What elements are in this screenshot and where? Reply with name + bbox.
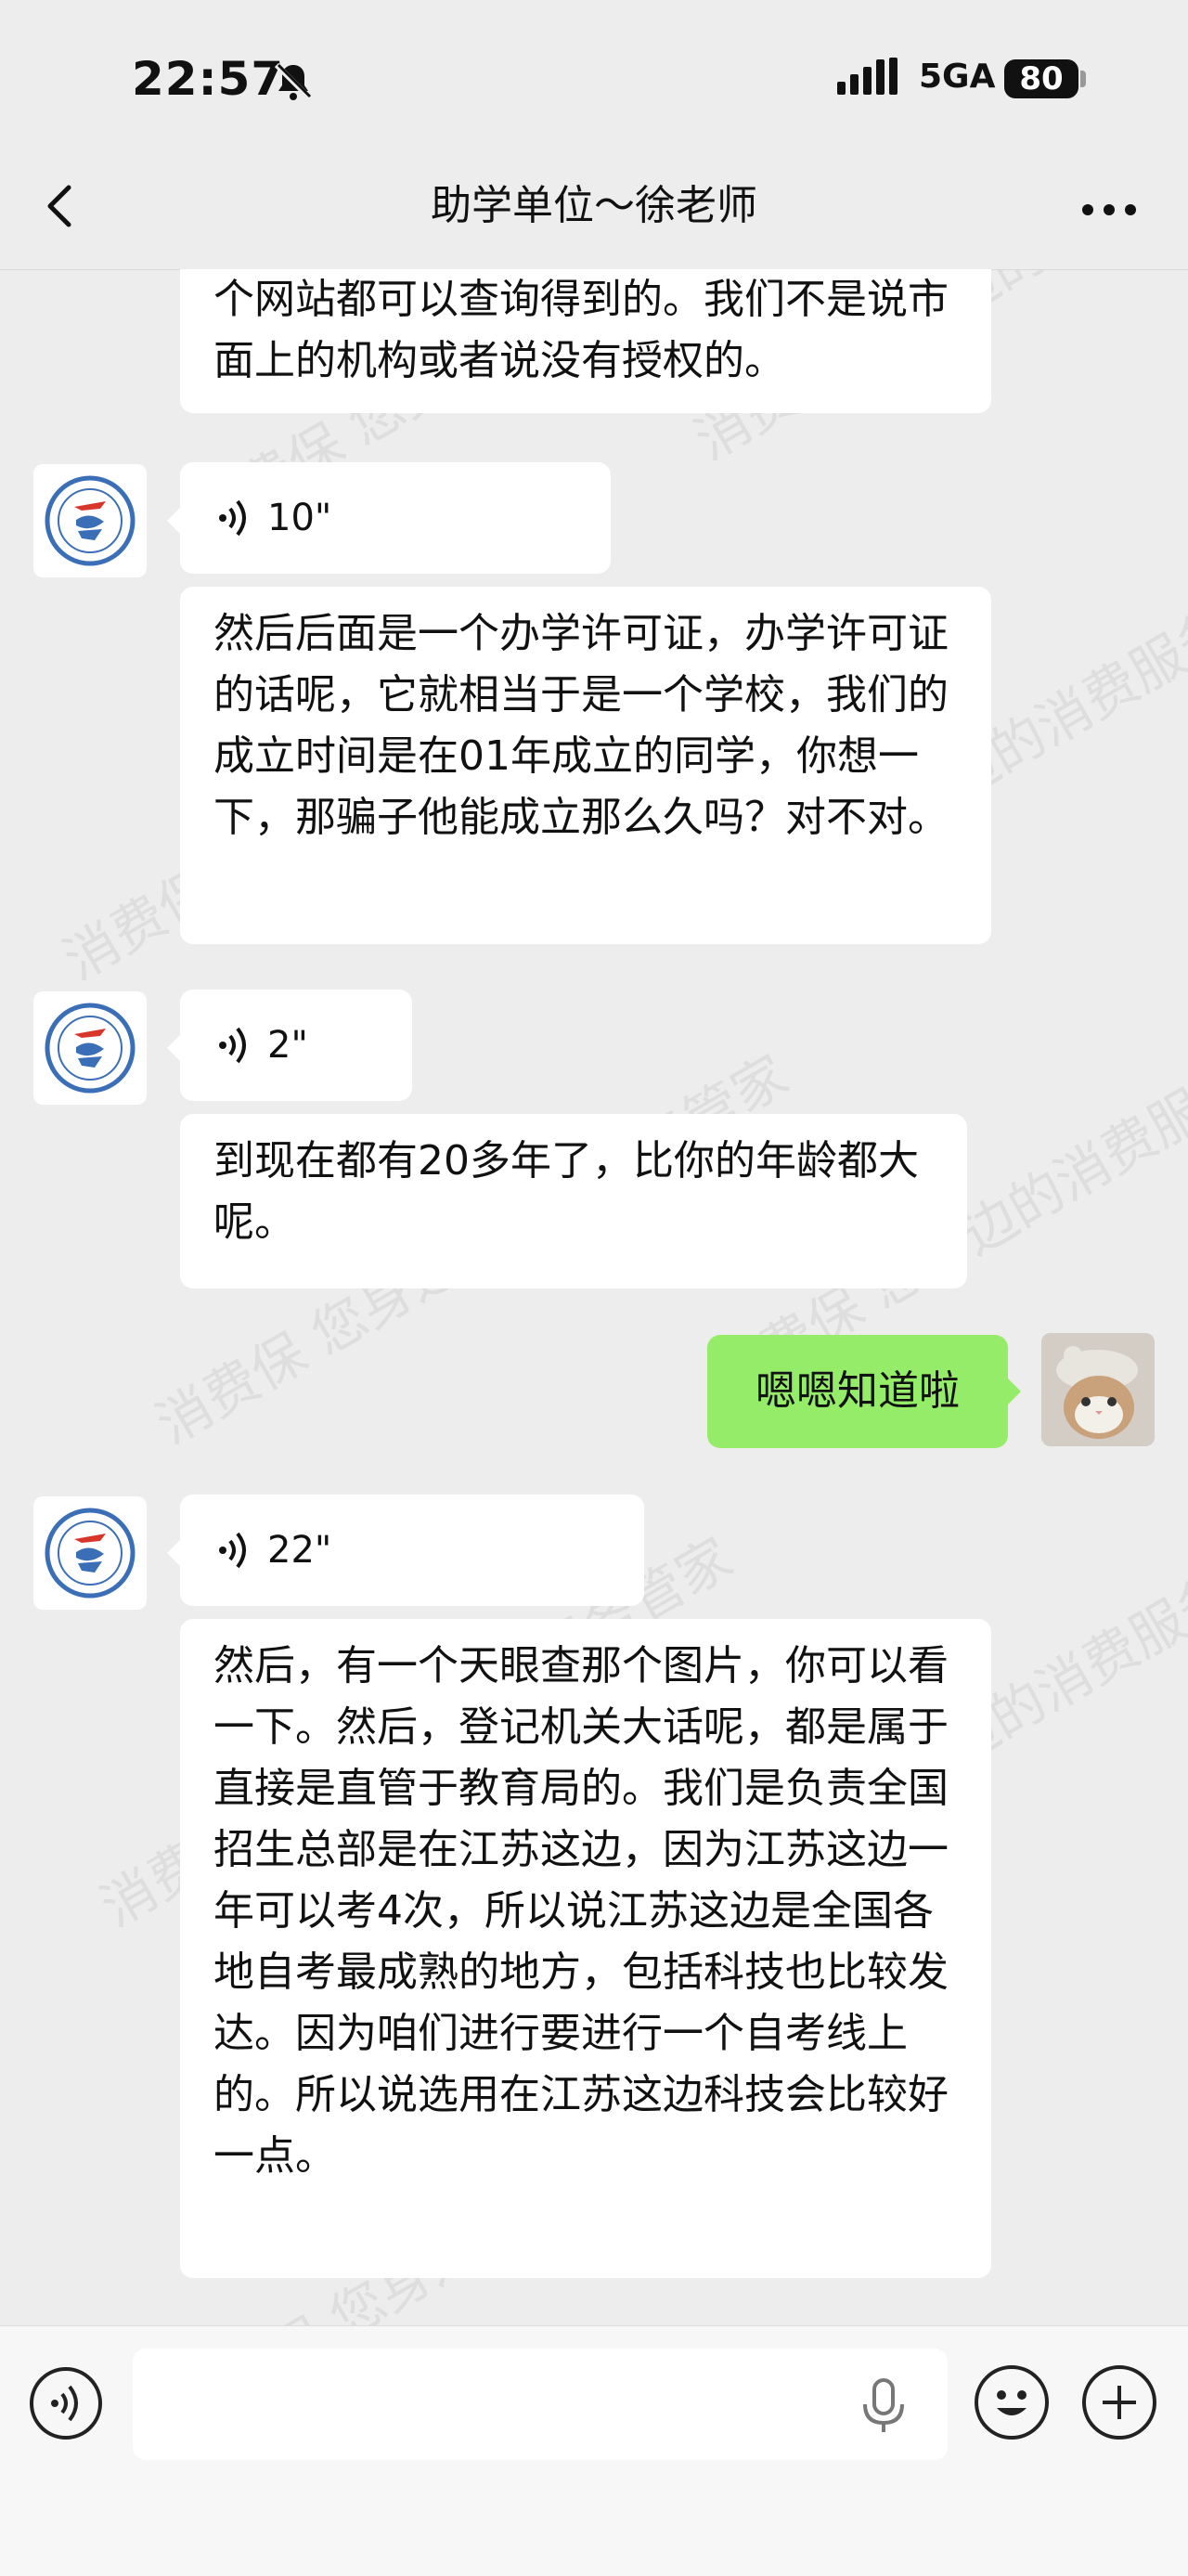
voice-wave-icon — [219, 1532, 246, 1569]
avatar[interactable] — [33, 464, 147, 577]
voice-input-button[interactable] — [30, 2367, 102, 2440]
message-bubble[interactable]: 到现在都有20多年了，比你的年龄都大呢。 — [180, 1114, 967, 1288]
voice-message[interactable]: 10" — [180, 462, 611, 574]
voice-duration: 2" — [267, 1024, 308, 1067]
message-text: 然后后面是一个办学许可证，办学许可证的话呢，它就相当于是一个学校，我们的成立时间… — [213, 610, 949, 841]
school-logo-icon — [45, 1003, 136, 1094]
emoji-button[interactable] — [975, 2365, 1049, 2440]
battery-tip — [1080, 71, 1086, 87]
bubble-tail — [167, 1035, 180, 1061]
voice-message[interactable]: 22" — [180, 1495, 644, 1606]
message-bubble[interactable]: 然后后面是一个办学许可证，办学许可证的话呢，它就相当于是一个学校，我们的成立时间… — [180, 587, 991, 944]
back-icon[interactable] — [35, 178, 91, 234]
status-time: 22:57 — [132, 52, 285, 106]
school-logo-icon — [45, 1508, 136, 1599]
my-avatar[interactable] — [1041, 1333, 1155, 1446]
bell-off-icon — [274, 62, 313, 101]
avatar[interactable] — [33, 1496, 147, 1610]
chat-area[interactable]: 个网站都可以查询得到的。我们不是说市面上的机构或者说没有授权的。 10" 然后后… — [0, 269, 1188, 2325]
voice-wave-icon — [51, 2385, 78, 2422]
message-text: 嗯嗯知道啦 — [755, 1367, 960, 1415]
mic-icon[interactable] — [856, 2376, 911, 2436]
battery-level: 80 — [1004, 59, 1078, 98]
message-bubble[interactable]: 个网站都可以查询得到的。我们不是说市面上的机构或者说没有授权的。 — [180, 269, 991, 413]
cat-avatar-icon — [1041, 1333, 1155, 1446]
message-text: 个网站都可以查询得到的。我们不是说市面上的机构或者说没有授权的。 — [213, 276, 949, 384]
network-type: 5GA — [919, 58, 996, 96]
bubble-tail — [167, 1540, 180, 1566]
message-bubble[interactable]: 然后，有一个天眼查那个图片，你可以看一下。然后，登记机关大话呢，都是属于直接是直… — [180, 1619, 991, 2278]
message-text: 到现在都有20多年了，比你的年龄都大呢。 — [213, 1137, 919, 1246]
voice-wave-icon — [219, 499, 246, 537]
plus-icon — [1103, 2386, 1136, 2419]
voice-message[interactable]: 2" — [180, 990, 412, 1101]
bubble-tail — [1008, 1379, 1021, 1405]
message-text: 然后，有一个天眼查那个图片，你可以看一下。然后，登记机关大话呢，都是属于直接是直… — [213, 1642, 949, 2180]
voice-duration: 10" — [267, 497, 332, 539]
school-logo-icon — [45, 475, 136, 566]
more-icon[interactable] — [1077, 182, 1142, 238]
voice-wave-icon — [219, 1027, 246, 1064]
message-input[interactable] — [133, 2349, 948, 2460]
emoji-icon — [997, 2390, 1027, 2415]
voice-duration: 22" — [267, 1529, 332, 1572]
chat-title: 助学单位～徐老师 — [431, 182, 757, 229]
plus-button[interactable] — [1082, 2365, 1156, 2440]
my-message-bubble[interactable]: 嗯嗯知道啦 — [707, 1335, 1008, 1448]
bubble-tail — [167, 508, 180, 534]
avatar[interactable] — [33, 991, 147, 1105]
